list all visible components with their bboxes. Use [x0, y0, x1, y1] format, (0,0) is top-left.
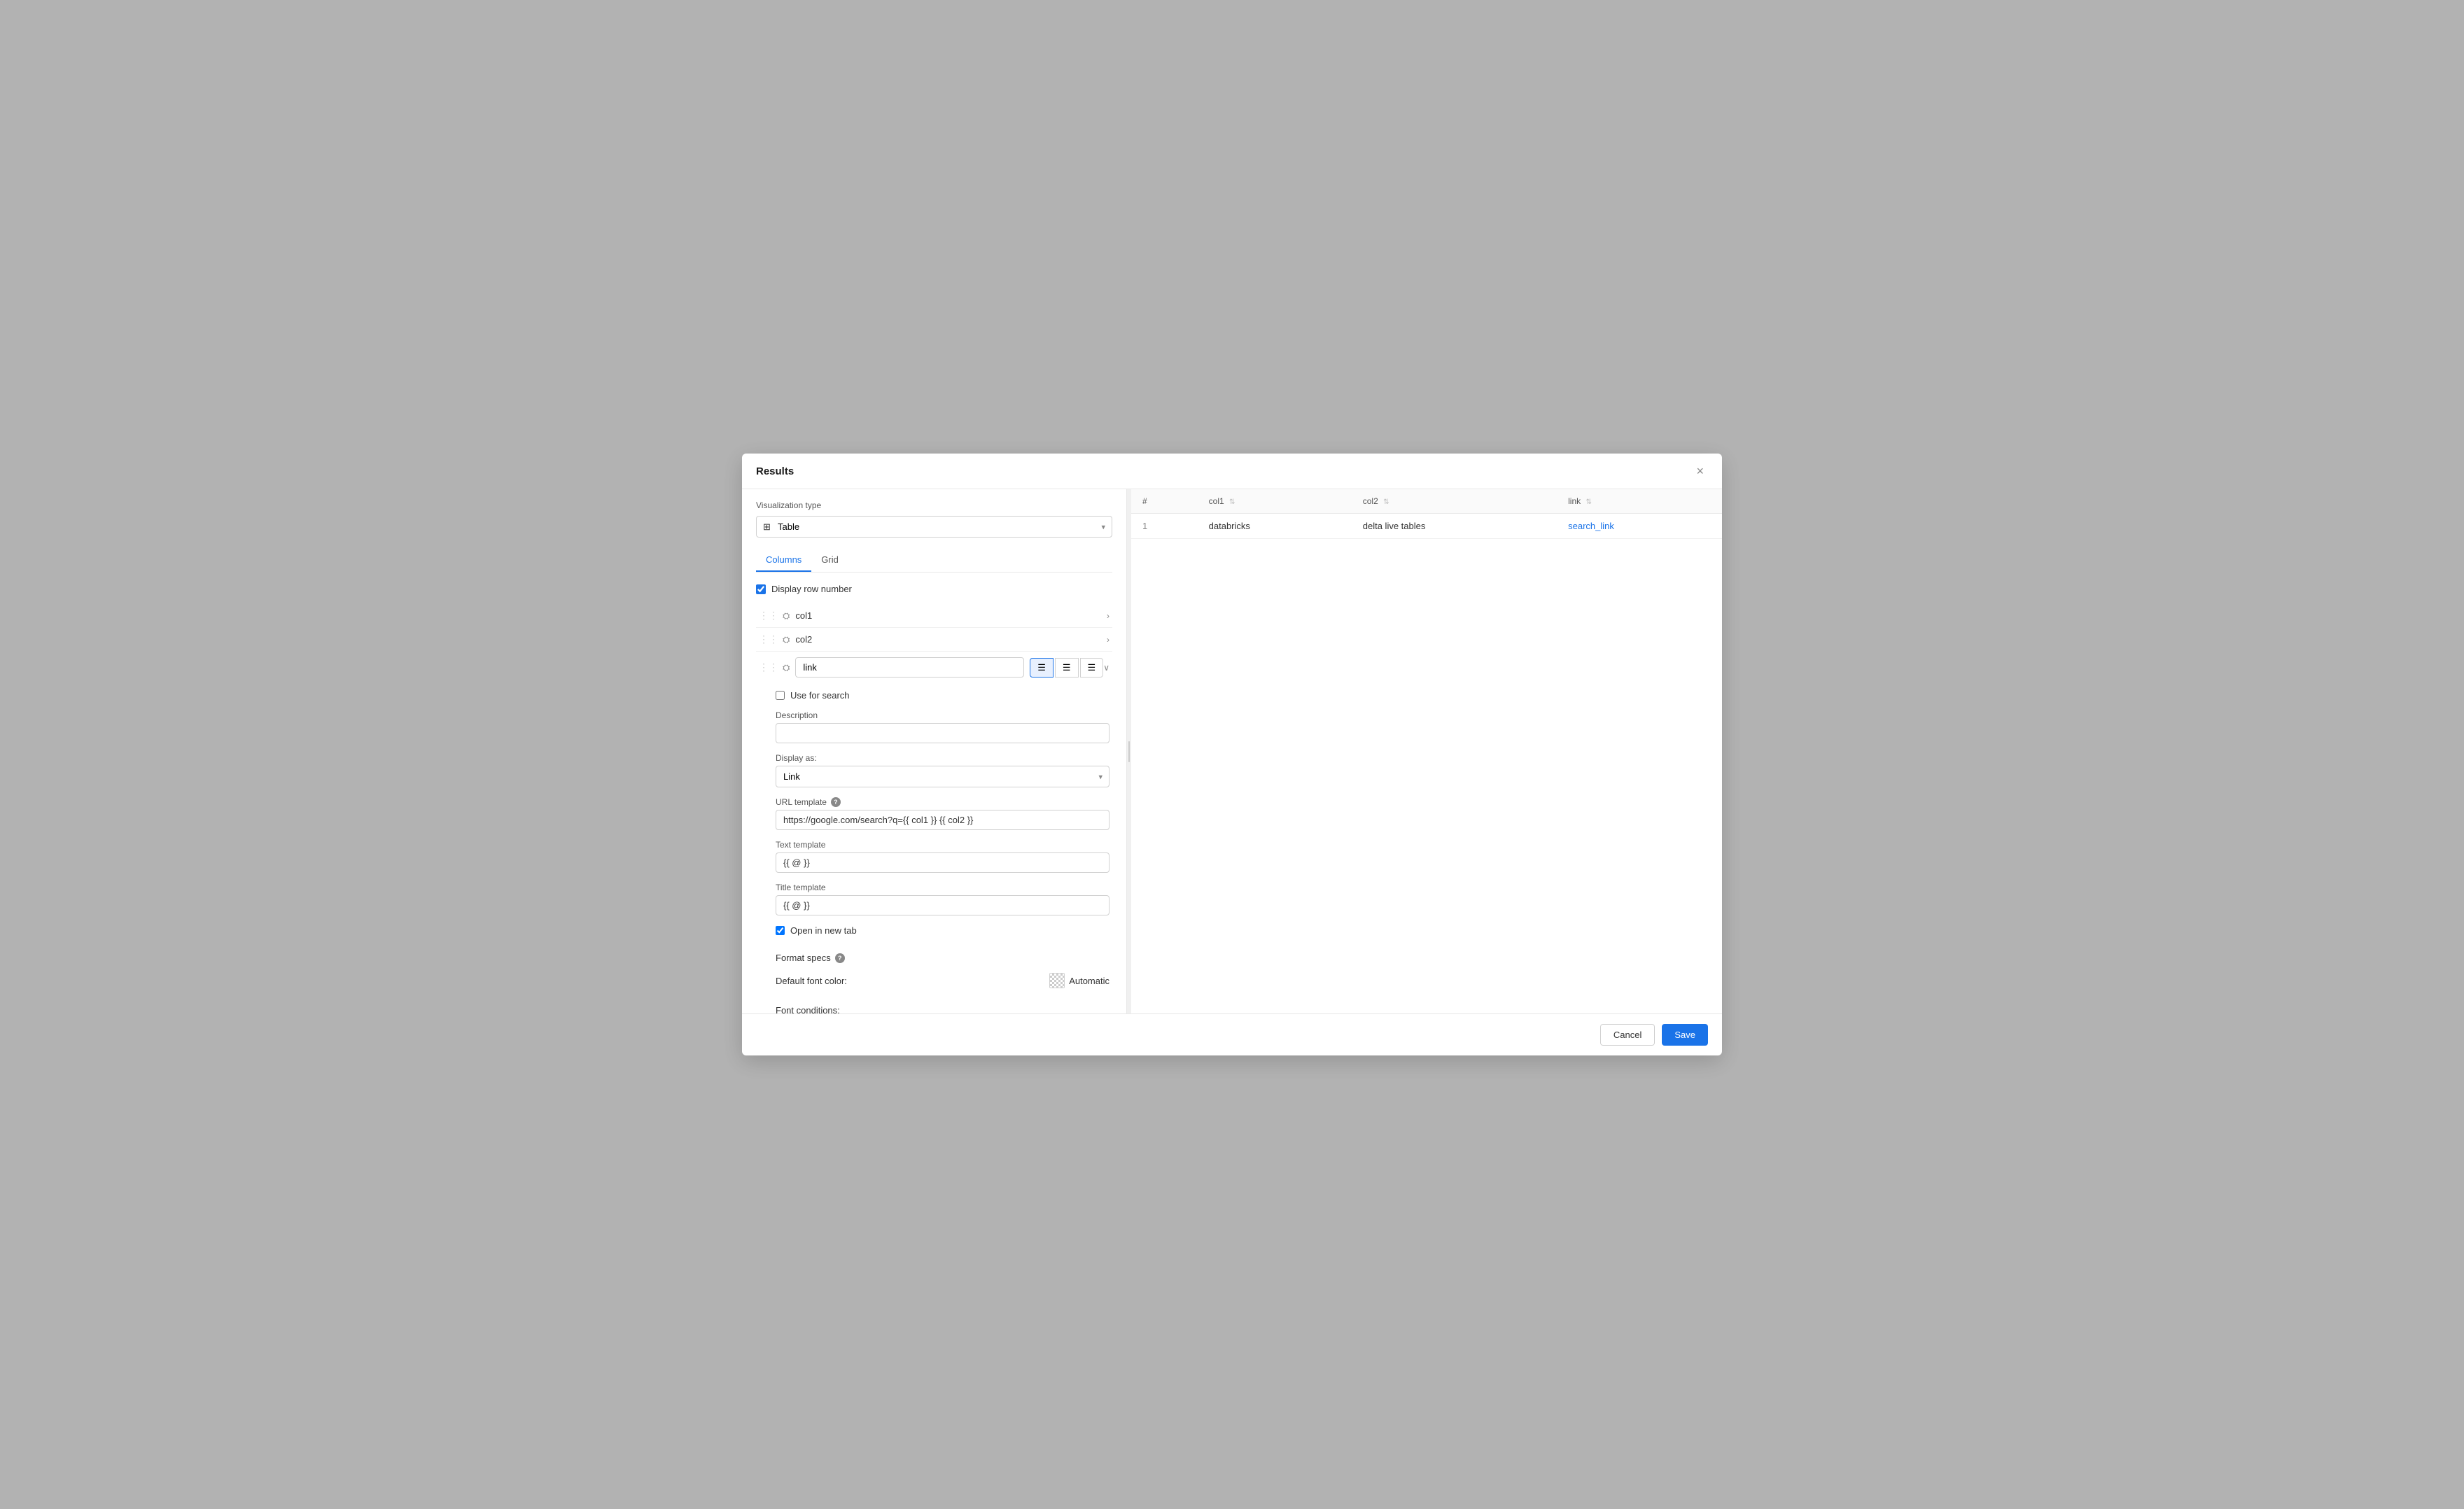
table-row: 1 databricks delta live tables search_li…: [1131, 514, 1722, 539]
description-input[interactable]: [776, 723, 1110, 743]
col-type-icon-col1: ⛭: [783, 610, 790, 622]
display-row-number-checkbox[interactable]: [756, 584, 766, 594]
viz-type-select[interactable]: Table Chart Counter: [756, 516, 1112, 538]
align-left-button[interactable]: ☰: [1030, 658, 1054, 678]
col-name-row-link: ☰ ☰ ☰: [795, 657, 1103, 678]
table-cell-col1: databricks: [1198, 514, 1352, 539]
table-header-col1-label: col1: [1209, 496, 1224, 506]
open-in-new-tab-checkbox[interactable]: [776, 926, 785, 935]
open-in-new-tab-label[interactable]: Open in new tab: [790, 925, 857, 936]
color-value-label: Automatic: [1069, 976, 1110, 986]
modal-overlay: Results × Visualization type ⊞ Table Cha…: [0, 0, 2464, 1509]
align-right-button[interactable]: ☰: [1080, 658, 1104, 678]
title-template-field: Title template: [776, 883, 1110, 915]
font-conditions-label: Font conditions:: [776, 1005, 840, 1013]
format-specs-label: Format specs: [776, 953, 831, 963]
col-expanded-body-link: Use for search Description Display as:: [756, 683, 1112, 1013]
open-in-new-tab-row: Open in new tab: [776, 925, 1110, 936]
visualization-type-section: Visualization type ⊞ Table Chart Counter…: [756, 500, 1112, 538]
table-cell-num: 1: [1131, 514, 1198, 539]
display-as-select-wrapper: Text Link Image Button ▾: [776, 766, 1110, 787]
url-template-label: URL template: [776, 797, 827, 807]
url-template-field: URL template ?: [776, 797, 1110, 830]
use-for-search-label[interactable]: Use for search: [790, 690, 850, 701]
left-panel-content: Visualization type ⊞ Table Chart Counter…: [742, 489, 1126, 1013]
col-chevron-col1: ›: [1107, 611, 1110, 621]
table-header-link: link ⇅: [1557, 489, 1722, 514]
font-conditions-row: Font conditions:: [776, 1005, 1110, 1013]
table-header-num-label: #: [1142, 496, 1147, 506]
color-picker[interactable]: Automatic: [1049, 973, 1110, 988]
right-panel: # col1 ⇅ col2 ⇅ link: [1131, 489, 1722, 1013]
col1-sort-icon[interactable]: ⇅: [1229, 498, 1235, 506]
table-header-col2: col2 ⇅: [1352, 489, 1557, 514]
table-cell-col2: delta live tables: [1352, 514, 1557, 539]
description-label: Description: [776, 710, 1110, 720]
use-for-search-row: Use for search: [776, 690, 1110, 701]
results-table: # col1 ⇅ col2 ⇅ link: [1131, 489, 1722, 539]
align-center-button[interactable]: ☰: [1055, 658, 1079, 678]
col-name-col1: col1: [795, 610, 1107, 621]
modal-footer: Cancel Save: [742, 1013, 1722, 1055]
use-for-search-checkbox[interactable]: [776, 691, 785, 700]
viz-type-label: Visualization type: [756, 500, 1112, 510]
link-sort-icon[interactable]: ⇅: [1586, 498, 1592, 506]
display-as-select[interactable]: Text Link Image Button: [776, 766, 1110, 787]
cancel-button[interactable]: Cancel: [1600, 1024, 1655, 1046]
color-preview-swatch: [1049, 973, 1065, 988]
left-panel: Visualization type ⊞ Table Chart Counter…: [742, 489, 1127, 1013]
text-template-label: Text template: [776, 840, 1110, 850]
tab-grid[interactable]: Grid: [811, 549, 848, 572]
modal-title: Results: [756, 465, 794, 477]
url-template-input[interactable]: [776, 810, 1110, 830]
table-cell-link[interactable]: search_link: [1557, 514, 1722, 539]
modal-header: Results ×: [742, 454, 1722, 489]
text-template-field: Text template: [776, 840, 1110, 873]
display-as-field: Display as: Text Link Image Button: [776, 753, 1110, 787]
tab-columns[interactable]: Columns: [756, 549, 811, 572]
url-template-help-icon[interactable]: ?: [831, 797, 841, 807]
table-header-link-label: link: [1568, 496, 1581, 506]
modal: Results × Visualization type ⊞ Table Cha…: [742, 454, 1722, 1055]
col-type-icon-col2: ⛭: [783, 634, 790, 645]
tabs-row: Columns Grid: [756, 549, 1112, 573]
col-chevron-col2: ›: [1107, 635, 1110, 645]
format-specs-help-icon[interactable]: ?: [835, 953, 845, 963]
panel-divider: [1127, 489, 1131, 1013]
col2-sort-icon[interactable]: ⇅: [1383, 498, 1389, 506]
column-item-link: ⋮⋮ ⛭ ☰ ☰ ☰ ∨: [756, 652, 1112, 1013]
format-specs-row: Format specs ?: [776, 953, 1110, 963]
display-row-number-row: Display row number: [756, 584, 1112, 594]
table-header-num: #: [1131, 489, 1198, 514]
title-template-input[interactable]: [776, 895, 1110, 915]
column-list: ⋮⋮ ⛭ col1 › ⋮⋮ ⛭ col2 ›: [756, 604, 1112, 1013]
column-expanded-header-link[interactable]: ⋮⋮ ⛭ ☰ ☰ ☰ ∨: [756, 652, 1112, 683]
modal-body: Visualization type ⊞ Table Chart Counter…: [742, 489, 1722, 1013]
col-name-col2: col2: [795, 634, 1107, 645]
drag-handle-link[interactable]: ⋮⋮: [759, 661, 778, 673]
align-group: ☰ ☰ ☰: [1030, 658, 1103, 678]
table-header-col1: col1 ⇅: [1198, 489, 1352, 514]
title-template-label: Title template: [776, 883, 1110, 892]
column-item-col2[interactable]: ⋮⋮ ⛭ col2 ›: [756, 628, 1112, 652]
column-item-col1[interactable]: ⋮⋮ ⛭ col1 ›: [756, 604, 1112, 628]
table-header-col2-label: col2: [1363, 496, 1378, 506]
viz-type-select-wrapper: ⊞ Table Chart Counter ▾: [756, 516, 1112, 538]
close-button[interactable]: ×: [1692, 463, 1708, 479]
description-field: Description: [776, 710, 1110, 743]
col-type-icon-link: ⛭: [783, 662, 790, 673]
drag-handle-col2[interactable]: ⋮⋮: [759, 633, 778, 645]
save-button[interactable]: Save: [1662, 1024, 1708, 1046]
drag-handle-col1[interactable]: ⋮⋮: [759, 610, 778, 622]
display-row-number-label[interactable]: Display row number: [771, 584, 852, 594]
default-font-color-label: Default font color:: [776, 976, 847, 986]
display-as-label: Display as:: [776, 753, 1110, 763]
text-template-input[interactable]: [776, 852, 1110, 873]
link-name-input[interactable]: [795, 657, 1024, 678]
col-chevron-link: ∨: [1103, 663, 1110, 673]
font-color-row: Default font color: Automatic: [776, 973, 1110, 988]
table-header-row: # col1 ⇅ col2 ⇅ link: [1131, 489, 1722, 514]
